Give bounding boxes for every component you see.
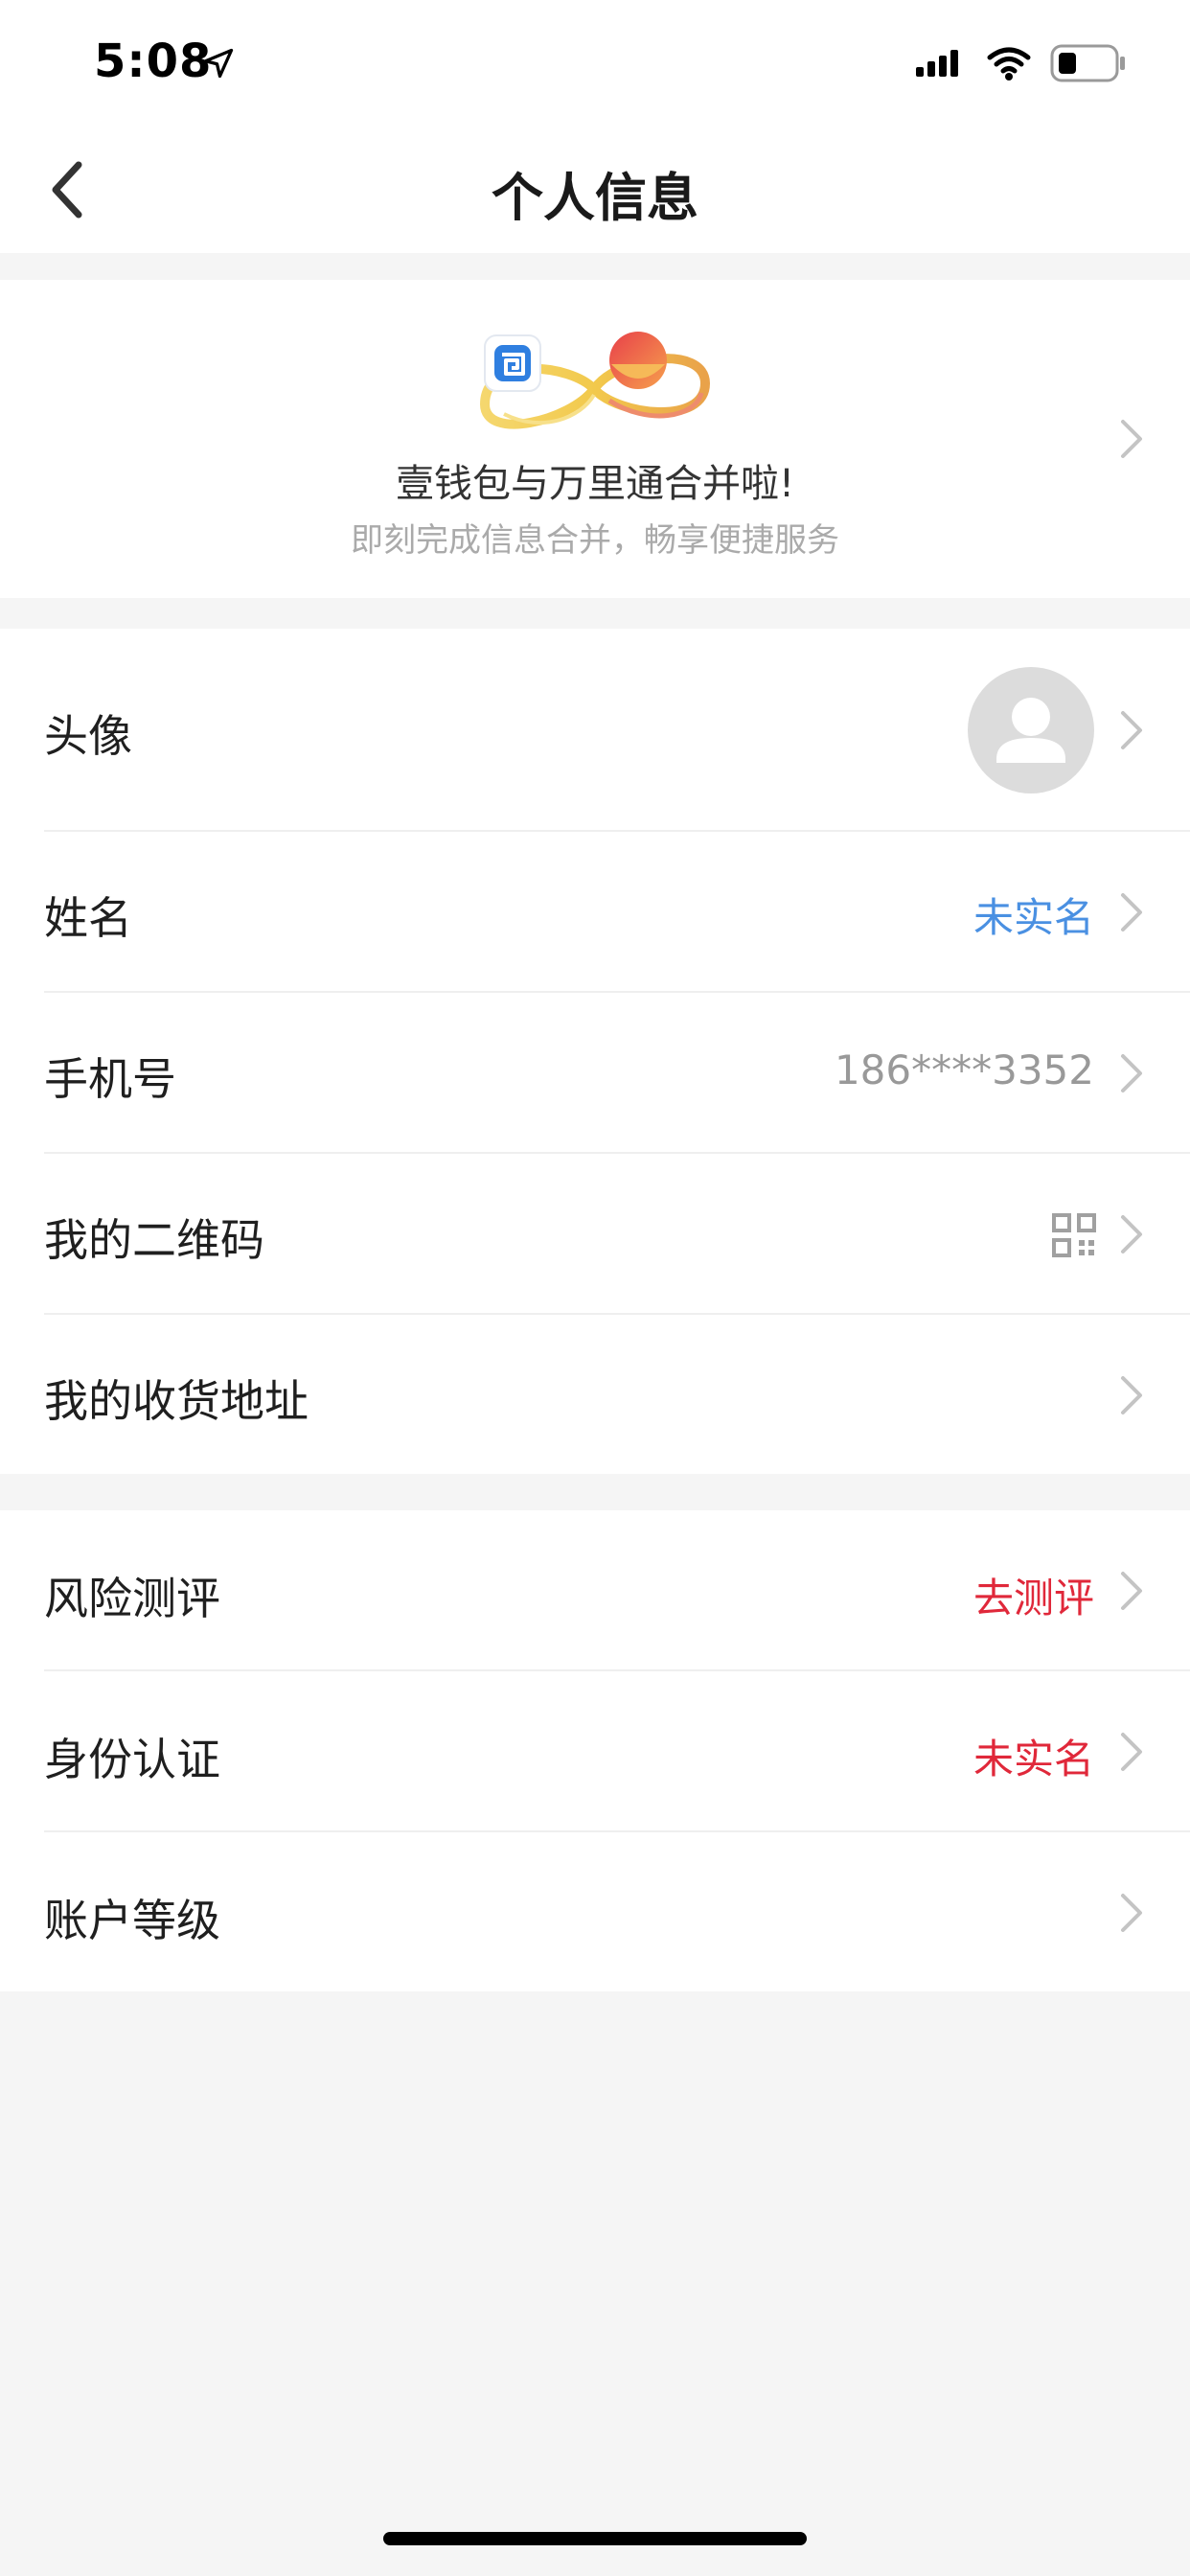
- profile-section: 头像 姓名 未实名 手机号 186****3352 我的二维码 我的收货地址: [0, 629, 1190, 1474]
- list-item-address[interactable]: 我的收货地址: [0, 1315, 1190, 1474]
- row-value: 未实名: [973, 1736, 1094, 1782]
- row-label: 头像: [44, 710, 132, 762]
- chevron-right-icon: [1121, 1572, 1142, 1610]
- merge-banner[interactable]: 壹钱包与万里通合并啦! 即刻完成信息合并，畅享便捷服务: [0, 280, 1190, 598]
- banner-title: 壹钱包与万里通合并啦!: [395, 462, 795, 506]
- row-label: 手机号: [44, 1053, 176, 1105]
- status-bar: 5:08: [0, 0, 1190, 126]
- nav-bar: 个人信息: [0, 126, 1190, 253]
- qr-code-icon: [1052, 1213, 1096, 1257]
- status-time: 5:08: [94, 34, 213, 88]
- banner-subtitle: 即刻完成信息合并，畅享便捷服务: [351, 521, 839, 560]
- location-arrow-icon: [203, 48, 234, 79]
- page-title: 个人信息: [492, 168, 698, 228]
- row-label: 姓名: [44, 892, 132, 944]
- account-section: 风险测评 去测评 身份认证 未实名 账户等级: [0, 1510, 1190, 1991]
- chevron-right-icon: [1121, 893, 1142, 932]
- list-item-risk-assessment[interactable]: 风险测评 去测评: [0, 1510, 1190, 1671]
- merge-logo-icon: [479, 332, 711, 429]
- row-label: 身份认证: [44, 1734, 220, 1785]
- chevron-right-icon: [1121, 1376, 1142, 1414]
- list-item-identity-verification[interactable]: 身份认证 未实名: [0, 1671, 1190, 1832]
- row-label: 我的收货地址: [44, 1375, 309, 1427]
- chevron-right-icon: [1121, 1894, 1142, 1932]
- row-value: 186****3352: [834, 1046, 1094, 1093]
- chevron-right-icon: [1121, 1054, 1142, 1092]
- home-indicator: [383, 2532, 807, 2545]
- chevron-right-icon: [1121, 1215, 1142, 1254]
- chevron-right-icon: [1121, 711, 1142, 749]
- list-item-phone[interactable]: 手机号 186****3352: [0, 993, 1190, 1154]
- row-label: 风险测评: [44, 1573, 220, 1624]
- avatar: [968, 667, 1094, 794]
- chevron-right-icon: [1121, 1733, 1142, 1771]
- wifi-icon: [987, 47, 1031, 80]
- cellular-signal-icon: [916, 50, 958, 77]
- row-value: 未实名: [973, 894, 1094, 941]
- list-item-qrcode[interactable]: 我的二维码: [0, 1154, 1190, 1315]
- list-item-name[interactable]: 姓名 未实名: [0, 832, 1190, 993]
- row-label: 账户等级: [44, 1895, 220, 1946]
- row-label: 我的二维码: [44, 1214, 264, 1266]
- chevron-right-icon: [1121, 420, 1142, 458]
- battery-icon: [1050, 44, 1125, 82]
- list-item-account-level[interactable]: 账户等级: [0, 1832, 1190, 1991]
- row-value: 去测评: [973, 1575, 1094, 1622]
- default-avatar-icon: [996, 698, 1065, 763]
- list-item-avatar[interactable]: 头像: [0, 629, 1190, 832]
